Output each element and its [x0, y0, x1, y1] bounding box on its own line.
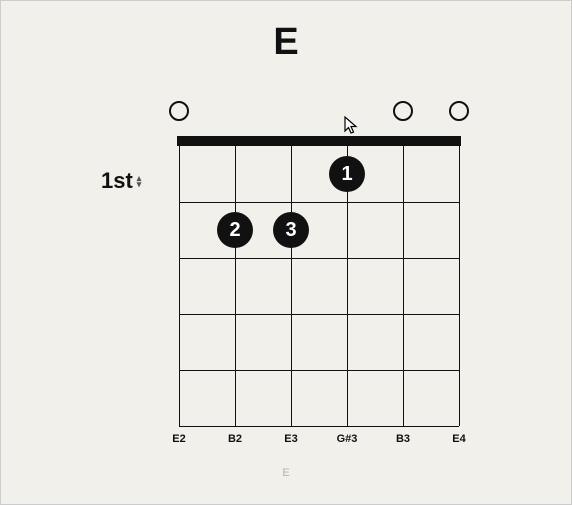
string-note-label: B3	[396, 433, 410, 445]
string-note-label: E2	[172, 433, 185, 445]
footer-label: E	[1, 467, 571, 479]
open-string-marker	[393, 101, 413, 121]
string	[459, 136, 460, 426]
string-note-label: B2	[228, 433, 242, 445]
finger-dot: 3	[273, 212, 309, 248]
string	[179, 136, 180, 426]
finger-label: 2	[229, 219, 240, 242]
finger-label: 3	[285, 219, 296, 242]
finger-dot: 2	[217, 212, 253, 248]
fret-position-label: 1st	[101, 168, 133, 194]
nut	[177, 136, 461, 146]
string	[235, 136, 236, 426]
string-note-label: E3	[284, 433, 297, 445]
finger-label: 1	[341, 163, 352, 186]
open-string-marker	[449, 101, 469, 121]
fret-wire	[179, 258, 459, 259]
open-string-marker	[169, 101, 189, 121]
string	[291, 136, 292, 426]
fret-wire	[179, 202, 459, 203]
chevron-down-icon: ▾	[137, 181, 142, 187]
string-note-label: E4	[452, 433, 465, 445]
open-string-row	[179, 101, 459, 121]
fret-position-stepper[interactable]: ▴ ▾	[137, 175, 142, 187]
string	[403, 136, 404, 426]
fret-wire	[179, 314, 459, 315]
fretboard: 1 2 3	[179, 136, 459, 426]
chord-diagram-canvas: E 1st ▴ ▾ 1 2 3 E2 B2 E3 G#3 B3 E4 E	[0, 0, 572, 505]
fret-position: 1st ▴ ▾	[101, 168, 141, 194]
finger-dot: 1	[329, 156, 365, 192]
fret-wire	[179, 426, 459, 427]
chord-name: E	[1, 21, 571, 64]
fret-wire	[179, 370, 459, 371]
string-note-label: G#3	[337, 433, 358, 445]
